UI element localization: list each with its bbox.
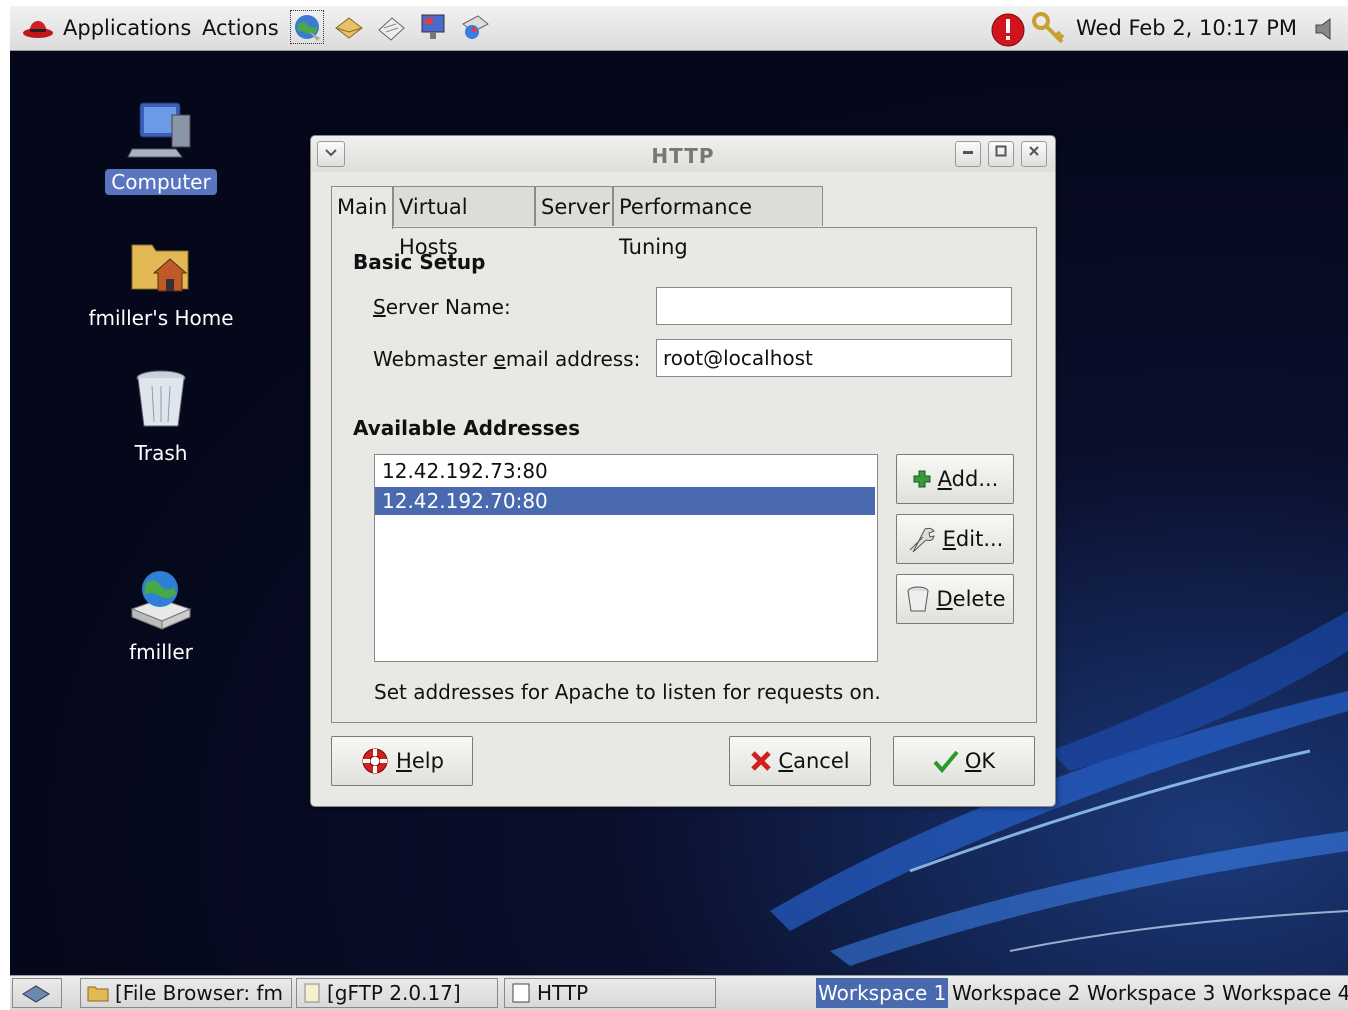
add-address-button[interactable]: Add... [896, 454, 1014, 504]
update-alert-icon[interactable] [990, 12, 1026, 48]
list-item-selected[interactable]: 12.42.192.70:80 [375, 487, 875, 515]
http-dialog: HTTP Main Virtual Hosts Server Performan… [310, 135, 1056, 807]
tab-performance-tuning[interactable]: Performance Tuning [613, 186, 823, 259]
ok-label: K [981, 749, 996, 773]
plus-icon [913, 470, 931, 488]
tab-virtual-hosts[interactable]: Virtual Hosts [393, 186, 535, 259]
list-item[interactable]: 12.42.192.73:80 [375, 457, 875, 485]
help-mnemonic: H [396, 749, 412, 773]
volume-icon[interactable] [1312, 16, 1338, 42]
minimize-button[interactable] [955, 141, 981, 167]
desktop-icon-fmiller[interactable]: fmiller [81, 565, 241, 665]
task-file-browser[interactable]: [File Browser: fm [80, 978, 292, 1008]
writer-launcher-icon[interactable] [374, 10, 408, 44]
redhat-logo-icon[interactable] [22, 18, 54, 40]
server-name-label-text: erver Name: [385, 295, 511, 319]
workspace-3[interactable]: Workspace 3 [1085, 978, 1217, 1008]
edit-mnemonic: E [942, 527, 956, 551]
top-panel: Applications Actions Wed Feb 2, 10:17 PM [10, 6, 1348, 51]
task-label: HTTP [537, 981, 589, 1005]
trash-icon [907, 586, 928, 612]
minimize-icon [963, 151, 973, 154]
impress-launcher-icon[interactable] [416, 10, 450, 44]
desktop-icon-label: fmiller [129, 640, 193, 664]
maximize-button[interactable] [988, 141, 1014, 167]
show-desktop-button[interactable] [12, 978, 62, 1008]
delete-address-button[interactable]: Delete [896, 574, 1014, 624]
available-addresses-heading: Available Addresses [353, 416, 581, 440]
server-name-input[interactable] [656, 287, 1012, 325]
webmaster-label-rest: mail address: [505, 347, 641, 371]
webmaster-label-pre: Webmaster [373, 347, 494, 371]
email-launcher-icon[interactable] [332, 10, 366, 44]
folder-icon [87, 986, 109, 1002]
maximize-icon [995, 145, 1007, 157]
cancel-mnemonic: C [778, 749, 794, 773]
desktop-icon-label: Computer [105, 169, 217, 195]
webmaster-mnemonic: e [493, 347, 506, 371]
computer-icon [127, 102, 191, 158]
trash-icon [136, 370, 186, 427]
addresses-list[interactable]: 12.42.192.73:80 12.42.192.70:80 [374, 454, 878, 662]
calc-launcher-icon[interactable] [458, 10, 492, 44]
workspace-4[interactable]: Workspace 4 [1220, 978, 1348, 1008]
delete-label: elete [952, 587, 1006, 611]
webmaster-email-label: Webmaster email address: [373, 347, 640, 371]
add-label: dd... [951, 467, 999, 491]
applications-menu[interactable]: Applications [63, 16, 191, 40]
webmaster-email-input[interactable] [656, 339, 1012, 377]
show-desktop-icon [22, 985, 50, 1003]
addresses-hint: Set addresses for Apache to listen for r… [374, 680, 881, 704]
dialog-title: HTTP [651, 144, 715, 168]
bottom-panel: [File Browser: fm [gFTP 2.0.17] HTTP Wor… [10, 975, 1348, 1010]
ok-mnemonic: O [964, 749, 982, 773]
edit-address-button[interactable]: Edit... [896, 514, 1014, 564]
workspace-2[interactable]: Workspace 2 [950, 978, 1082, 1008]
window-icon [512, 983, 530, 1003]
edit-label: dit... [955, 527, 1004, 551]
basic-setup-heading: Basic Setup [353, 250, 486, 274]
network-server-icon [130, 571, 192, 630]
actions-menu[interactable]: Actions [202, 16, 279, 40]
clock[interactable]: Wed Feb 2, 10:17 PM [1076, 16, 1297, 40]
task-gftp[interactable]: [gFTP 2.0.17] [296, 978, 498, 1008]
cancel-label: ancel [793, 749, 850, 773]
web-browser-launcher-icon[interactable] [290, 10, 324, 44]
wrench-icon [909, 527, 935, 553]
main-tab-panel: Basic Setup Server Name: Webmaster email… [331, 227, 1037, 723]
home-folder-icon [131, 244, 189, 292]
desktop-icon-computer[interactable]: Computer [81, 95, 241, 195]
server-name-mnemonic: S [373, 295, 386, 319]
cancel-button[interactable]: Cancel [729, 736, 871, 786]
keys-icon[interactable] [1030, 10, 1070, 48]
close-button[interactable] [1021, 141, 1047, 167]
dialog-titlebar[interactable]: HTTP [311, 136, 1055, 172]
close-icon [1029, 146, 1039, 156]
task-http[interactable]: HTTP [504, 978, 716, 1008]
cancel-x-icon [751, 751, 772, 771]
server-name-label: Server Name: [373, 295, 511, 319]
task-label: [gFTP 2.0.17] [327, 981, 461, 1005]
checkmark-icon [933, 750, 959, 773]
task-label: [File Browser: fm [115, 981, 283, 1005]
desktop-icon-label: fmiller's Home [88, 306, 234, 330]
help-label: elp [411, 749, 444, 773]
desktop-icon-home[interactable]: fmiller's Home [81, 231, 241, 331]
desktop-icon-label: Trash [134, 441, 188, 465]
help-button[interactable]: Help [331, 736, 473, 786]
workspace-1[interactable]: Workspace 1 [816, 978, 949, 1008]
desktop: Computer fmiller's Home Trash fmiller HT… [10, 51, 1348, 975]
lifebuoy-icon [362, 748, 388, 774]
delete-mnemonic: D [936, 587, 953, 611]
tab-main[interactable]: Main [331, 186, 393, 229]
ok-button[interactable]: OK [893, 736, 1035, 786]
add-mnemonic: A [937, 467, 952, 491]
screen: Applications Actions Wed Feb 2, 10:17 PM [10, 0, 1348, 1010]
gftp-icon [304, 983, 320, 1003]
desktop-icon-trash[interactable]: Trash [81, 366, 241, 466]
tab-server[interactable]: Server [535, 186, 613, 226]
